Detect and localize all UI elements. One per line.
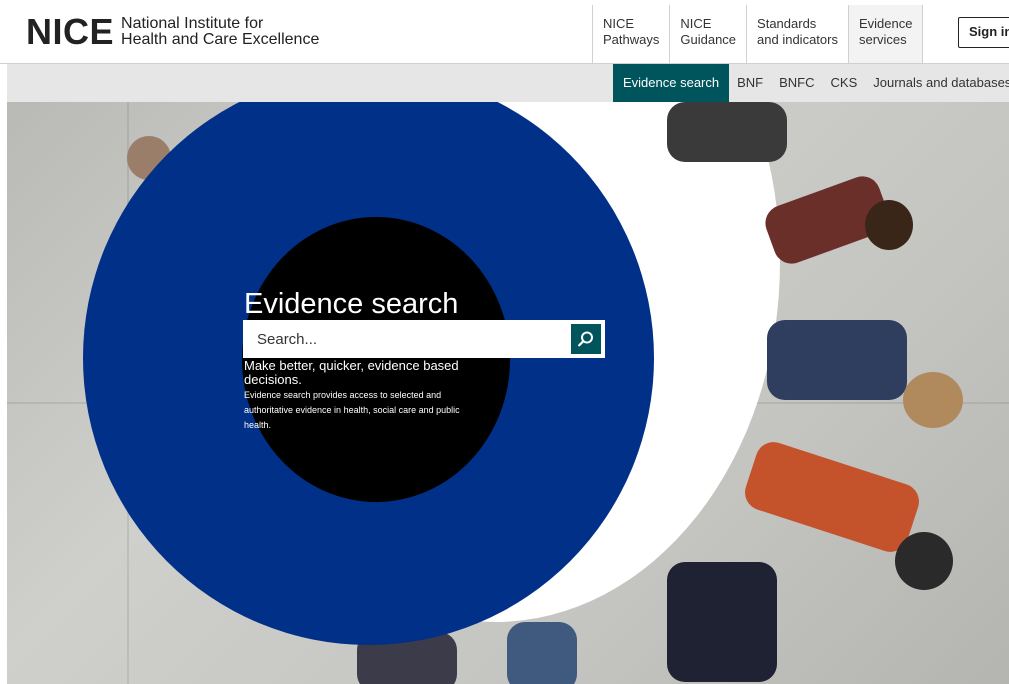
nav-label-line1: NICE (603, 16, 635, 31)
person-figure (667, 562, 777, 682)
person-figure (740, 437, 924, 557)
person-figure (667, 102, 787, 162)
nav-nice-pathways[interactable]: NICE Pathways (592, 5, 669, 63)
nav-nice-guidance[interactable]: NICE Guidance (669, 5, 746, 63)
subnav-journals-and-databases[interactable]: Journals and databases (865, 64, 1009, 102)
subnav-cks[interactable]: CKS (823, 64, 866, 102)
sign-in-button[interactable]: Sign in (958, 17, 1009, 48)
person-head (895, 532, 953, 590)
nav-label-line2: services (858, 32, 907, 47)
logo-text: National Institute for Health and Care E… (121, 16, 319, 48)
person-figure (767, 320, 907, 400)
person-head (903, 372, 963, 428)
search-input[interactable] (243, 320, 565, 358)
nav-label-line2: Pathways (603, 32, 660, 47)
subnav-bnf[interactable]: BNF (729, 64, 771, 102)
subnav-bnfc[interactable]: BNFC (771, 64, 822, 102)
top-navigation: NICE Pathways NICE Guidance Standards an… (592, 5, 924, 63)
nav-label-line2: Guidance (680, 32, 737, 47)
person-figure (507, 622, 577, 684)
hero-banner (7, 102, 1009, 684)
nav-evidence-services[interactable]: Evidence services (847, 5, 924, 63)
person-head (865, 200, 913, 250)
search-form (243, 320, 605, 358)
nav-label-line2: and indicators (757, 32, 838, 47)
logo-line-1: National Institute for (121, 15, 264, 32)
nav-label-line1: Standards (757, 16, 817, 31)
magnifier-icon (578, 331, 593, 347)
nav-standards-and-indicators[interactable]: Standards and indicators (746, 5, 848, 63)
logo-mark: NICE (26, 11, 115, 52)
site-header: NICE National Institute for Health and C… (0, 0, 1009, 64)
nav-label-line1: NICE (680, 16, 712, 31)
nav-label-line1: Evidence (858, 16, 913, 31)
page-title: Evidence search (244, 288, 459, 320)
search-button[interactable] (571, 324, 601, 354)
sub-navigation: Evidence search BNF BNFC CKS Journals an… (613, 64, 1009, 102)
logo-line-2: Health and Care Excellence (121, 31, 320, 48)
hero-description: Evidence search provides access to selec… (244, 390, 460, 430)
sub-navigation-bar: Evidence search BNF BNFC CKS Journals an… (7, 64, 1009, 102)
nice-logo[interactable]: NICE National Institute for Health and C… (26, 14, 319, 50)
subnav-evidence-search[interactable]: Evidence search (613, 64, 730, 102)
hero-tagline: Make better, quicker, evidence based dec… (244, 358, 459, 387)
